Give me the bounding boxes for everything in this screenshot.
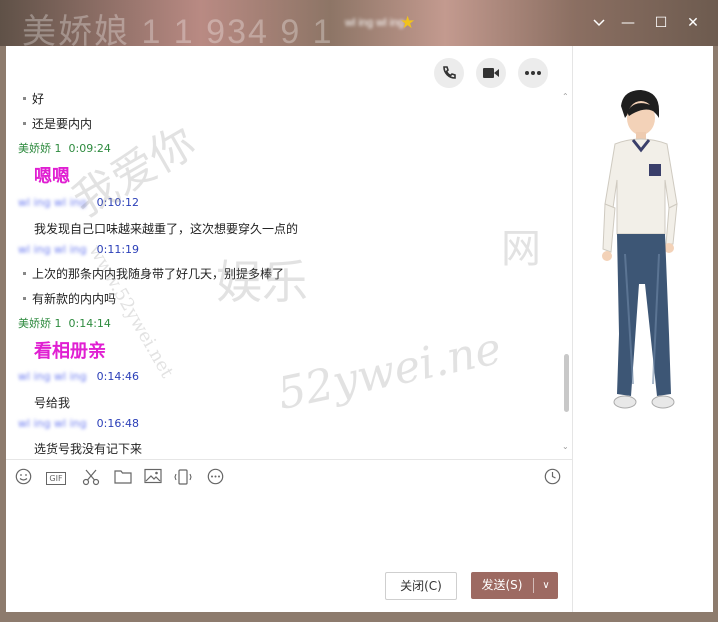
more-circle-icon: [207, 468, 223, 485]
contact-avatar-panel: [572, 46, 713, 612]
message-input[interactable]: [6, 494, 572, 566]
shake-button[interactable]: [174, 468, 192, 486]
toolbar-more-button[interactable]: [206, 468, 224, 486]
list-item: 好: [18, 90, 44, 107]
chat-panel: 好 还是要内内 美娇娇 1 0:09:24 嗯嗯 wl ing wl ing 0:…: [6, 46, 572, 612]
screenshot-button[interactable]: [82, 468, 100, 486]
chevron-down-icon[interactable]: ∨: [537, 572, 555, 599]
scissors-icon: [82, 469, 100, 486]
message-header: wl ing wl ing 0:11:19: [18, 243, 140, 256]
title-bar: 美娇娘 1 1 934 9 1 wl ing wl ing ★ — ☐ ✕: [0, 0, 718, 51]
header-actions: [432, 58, 562, 88]
send-button[interactable]: 发送(S) ∨: [471, 572, 558, 599]
message-list: 好 还是要内内 美娇娇 1 0:09:24 嗯嗯 wl ing wl ing 0:…: [18, 90, 554, 458]
more-icon: [525, 71, 541, 75]
send-divider: [533, 578, 534, 593]
image-button[interactable]: [144, 468, 162, 486]
list-item: 号给我: [34, 396, 71, 410]
message-header: wl ing wl ing 0:16:48: [18, 417, 140, 430]
emoji-button[interactable]: [14, 468, 32, 486]
scroll-thumb[interactable]: [564, 354, 569, 412]
list-item: 有新款的内内吗: [18, 290, 116, 307]
chat-window: 好 还是要内内 美娇娇 1 0:09:24 嗯嗯 wl ing wl ing 0:…: [6, 46, 713, 612]
gif-button[interactable]: GIF: [44, 468, 68, 486]
maximize-button[interactable]: ☐: [650, 12, 672, 34]
scroll-down-icon[interactable]: ⌄: [562, 442, 569, 451]
video-call-button[interactable]: [476, 58, 506, 88]
list-item: 还是要内内: [18, 115, 92, 132]
message-header: 美娇娇 1 0:09:24: [18, 142, 111, 155]
list-item: 选货号我没有记下来: [34, 442, 143, 456]
list-item: 上次的那条内内我随身带了好几天，别提多棒了: [18, 265, 284, 282]
list-item: 我发现自己口味越来越重了，这次想要穿久一点的: [34, 222, 299, 236]
chevron-down-icon: [593, 19, 605, 27]
gif-icon: GIF: [46, 472, 66, 485]
message-header: 美娇娇 1 0:14:14: [18, 317, 111, 330]
list-item: 嗯嗯: [34, 166, 70, 187]
video-icon: [483, 68, 499, 78]
message-header: wl ing wl ing 0:14:46: [18, 370, 140, 383]
message-header: wl ing wl ing 0:10:12: [18, 196, 140, 209]
history-button[interactable]: [543, 468, 561, 486]
shake-icon: [174, 469, 192, 485]
input-toolbar: GIF: [6, 459, 572, 494]
minimize-button[interactable]: —: [617, 12, 639, 34]
close-button[interactable]: 关闭(C): [385, 572, 457, 600]
contact-name[interactable]: wl ing wl ing: [345, 17, 404, 29]
dropdown-button[interactable]: [588, 12, 610, 34]
file-button[interactable]: [114, 468, 132, 486]
voice-call-button[interactable]: [434, 58, 464, 88]
star-badge-icon: ★: [400, 13, 416, 33]
avatar-figure: [602, 90, 678, 409]
more-options-button[interactable]: [518, 58, 548, 88]
scroll-up-icon[interactable]: ⌃: [562, 92, 569, 101]
message-scrollbar[interactable]: ⌃ ⌄: [562, 92, 570, 454]
send-label[interactable]: 发送(S): [471, 572, 533, 599]
phone-icon: [443, 66, 456, 79]
list-item: 看相册亲: [34, 341, 106, 362]
clock-icon: [544, 468, 560, 485]
emoji-icon: [15, 468, 31, 485]
folder-icon: [114, 470, 132, 484]
image-icon: [144, 468, 162, 484]
close-window-button[interactable]: ✕: [682, 12, 704, 34]
